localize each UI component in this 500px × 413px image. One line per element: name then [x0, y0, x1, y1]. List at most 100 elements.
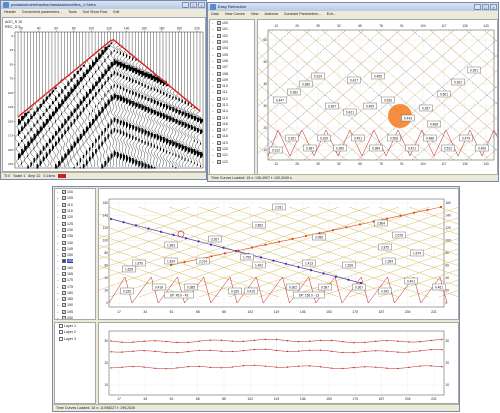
expand-icon[interactable]: +: [212, 27, 215, 31]
refraction-list-checkbox[interactable]: ✓: [217, 27, 221, 32]
seismic-section[interactable]: AGC_S 10 REC_G 0 20 40 60 80 100 120 140 160 180…: [3, 18, 205, 171]
upper-chart-panel[interactable]: 17 34 51 68 85 102 119 136 153 170 187 204 221 160 140…: [53, 188, 459, 320]
expand-icon[interactable]: +: [212, 109, 215, 113]
refraction-list-checkbox[interactable]: ✓: [217, 147, 221, 152]
minimize-button[interactable]: _: [474, 4, 481, 10]
expand-icon[interactable]: +: [57, 266, 60, 270]
expand-icon[interactable]: +: [212, 84, 215, 88]
expand-icon[interactable]: +: [57, 247, 60, 251]
refraction-list-checkbox[interactable]: ✓: [217, 84, 221, 89]
expand-icon[interactable]: +: [212, 128, 215, 132]
expand-icon[interactable]: +: [212, 153, 215, 157]
expand-icon[interactable]: +: [57, 222, 60, 226]
expand-icon[interactable]: +: [57, 203, 60, 207]
refraction-list-checkbox[interactable]: ✓: [217, 33, 221, 38]
shot-list-checkbox[interactable]: ✓: [62, 227, 66, 232]
expand-icon[interactable]: +: [57, 272, 60, 276]
close-button[interactable]: ×: [490, 4, 497, 10]
expand-icon[interactable]: +: [212, 59, 215, 63]
refraction-traveltime-plot[interactable]: 13 13 26 26 39 39 52 52 65 65 78 78 91 91 104 104 117 117…: [208, 20, 498, 174]
expand-icon[interactable]: +: [57, 228, 60, 232]
expand-icon[interactable]: +: [212, 90, 215, 94]
refraction-list-checkbox[interactable]: ✓: [217, 121, 221, 126]
menu-constant-parameters[interactable]: Constant Parameters...: [284, 11, 321, 17]
menu-data[interactable]: Data: [211, 11, 219, 17]
expand-icon[interactable]: +: [212, 65, 215, 69]
refraction-list-checkbox[interactable]: ✓: [217, 140, 221, 145]
refraction-list-item[interactable]: + ✓ 122: [210, 159, 254, 165]
shot-list-checkbox[interactable]: ✓: [62, 316, 66, 319]
layer-item[interactable]: Layer 3: [55, 336, 95, 342]
refraction-plot-panel[interactable]: 13 13 26 26 39 39 52 52 65 65 78 78 91 91 104 104 117 117…: [208, 19, 498, 175]
lower-chart-panel[interactable]: 17 34 51 68 85 102 119 136 153 170 187 204 221 30 20 10…: [98, 322, 459, 404]
expand-icon[interactable]: +: [57, 285, 60, 289]
expand-icon[interactable]: +: [212, 122, 215, 126]
expand-icon[interactable]: +: [57, 297, 60, 301]
expand-icon[interactable]: +: [57, 190, 60, 194]
refraction-list-checkbox[interactable]: ✓: [217, 52, 221, 57]
expand-icon[interactable]: +: [212, 21, 215, 25]
shot-list-checkbox[interactable]: ✓: [62, 240, 66, 245]
refraction-list-checkbox[interactable]: ✓: [217, 90, 221, 95]
refraction-list-checkbox[interactable]: ✓: [217, 159, 221, 164]
expand-icon[interactable]: +: [212, 34, 215, 38]
refraction-list-checkbox[interactable]: ✓: [217, 103, 221, 107]
shot-list-checkbox[interactable]: ✓: [62, 202, 66, 207]
expand-icon[interactable]: +: [212, 72, 215, 76]
expand-icon[interactable]: +: [212, 160, 215, 164]
menu-sort-show-row[interactable]: Sort Show Row: [83, 9, 108, 15]
seismic-plot-panel[interactable]: AGC_S 10 REC_G 0 20 40 60 80 100 120 140 160 180…: [2, 17, 206, 172]
refraction-list-checkbox[interactable]: ✓: [217, 134, 221, 139]
expand-icon[interactable]: +: [57, 215, 60, 219]
upper-traveltime-chart[interactable]: 17 34 51 68 85 102 119 136 153 170 187 204 221 160 140…: [53, 189, 459, 319]
refraction-curve-list[interactable]: + ✓ 100 + ✓ 101 + ✓ 102 + ✓ 103 + ✓ 104 + ✓ 105 + ✓ 106 + ✓ 107…: [209, 19, 255, 175]
refraction-list-checkbox[interactable]: ✓: [217, 65, 221, 70]
expand-icon[interactable]: +: [212, 53, 215, 57]
expand-icon[interactable]: +: [212, 97, 215, 101]
shot-list-checkbox[interactable]: ✓: [62, 234, 66, 239]
menu-tools[interactable]: Tools: [68, 9, 76, 15]
shot-list-checkbox[interactable]: ✓: [62, 259, 66, 264]
refraction-list-checkbox[interactable]: ✓: [217, 153, 221, 158]
shot-list-checkbox[interactable]: ✓: [62, 284, 66, 289]
refraction-list-checkbox[interactable]: ✓: [217, 40, 221, 45]
expand-icon[interactable]: +: [57, 316, 60, 319]
shot-list-item[interactable]: + ✓ 200: [55, 315, 95, 319]
shot-list-checkbox[interactable]: ✓: [62, 272, 66, 276]
expand-icon[interactable]: +: [57, 278, 60, 282]
refraction-list-checkbox[interactable]: ✓: [217, 109, 221, 114]
layer-checkbox[interactable]: [59, 336, 63, 341]
expand-icon[interactable]: +: [212, 141, 215, 145]
refraction-list-checkbox[interactable]: ✓: [217, 58, 221, 63]
expand-icon[interactable]: +: [57, 234, 60, 238]
refraction-list-checkbox[interactable]: ✓: [217, 71, 221, 76]
expand-icon[interactable]: +: [212, 40, 215, 44]
refraction-list-checkbox[interactable]: ✓: [217, 115, 221, 120]
menu-exit[interactable]: Exit...: [327, 11, 336, 17]
expand-icon[interactable]: +: [57, 241, 60, 245]
expand-icon[interactable]: +: [57, 310, 60, 314]
menu-exit[interactable]: Exit: [113, 9, 119, 15]
expand-icon[interactable]: +: [57, 291, 60, 295]
minimize-button[interactable]: _: [182, 2, 189, 8]
shot-list-checkbox[interactable]: ✓: [62, 253, 66, 258]
shot-list[interactable]: + ✓ 100 + ✓ 105 + ✓ 110 + ✓ 115 + ✓ 120 + ✓ 125 + ✓ 130 + ✓ 135…: [54, 188, 96, 320]
menu-view-curves[interactable]: View Curves: [225, 11, 245, 17]
seismic-window-titlebar[interactable]: pvdata/shot/refraction/rawdata/shotfiles…: [1, 1, 206, 9]
shot-list-checkbox[interactable]: ✓: [62, 290, 66, 295]
maximize-button[interactable]: □: [190, 2, 197, 8]
shot-list-checkbox[interactable]: ✓: [62, 309, 66, 314]
expand-icon[interactable]: +: [57, 196, 60, 200]
shot-list-checkbox[interactable]: ✓: [62, 278, 66, 283]
close-button[interactable]: ×: [198, 2, 205, 8]
shot-list-checkbox[interactable]: ✓: [62, 196, 66, 201]
menu-convenient-parameters[interactable]: Convenient parameters...: [22, 9, 62, 15]
menu-header[interactable]: Header: [4, 9, 16, 15]
shot-list-checkbox[interactable]: ✓: [62, 303, 66, 308]
expand-icon[interactable]: +: [212, 116, 215, 120]
refraction-list-checkbox[interactable]: ✓: [217, 77, 221, 82]
menu-view[interactable]: View: [251, 11, 259, 17]
refraction-list-checkbox[interactable]: ✓: [217, 96, 221, 101]
layer-list[interactable]: Layer 1 Layer 2 Layer 3: [54, 322, 96, 404]
shot-list-checkbox[interactable]: ✓: [62, 209, 66, 214]
